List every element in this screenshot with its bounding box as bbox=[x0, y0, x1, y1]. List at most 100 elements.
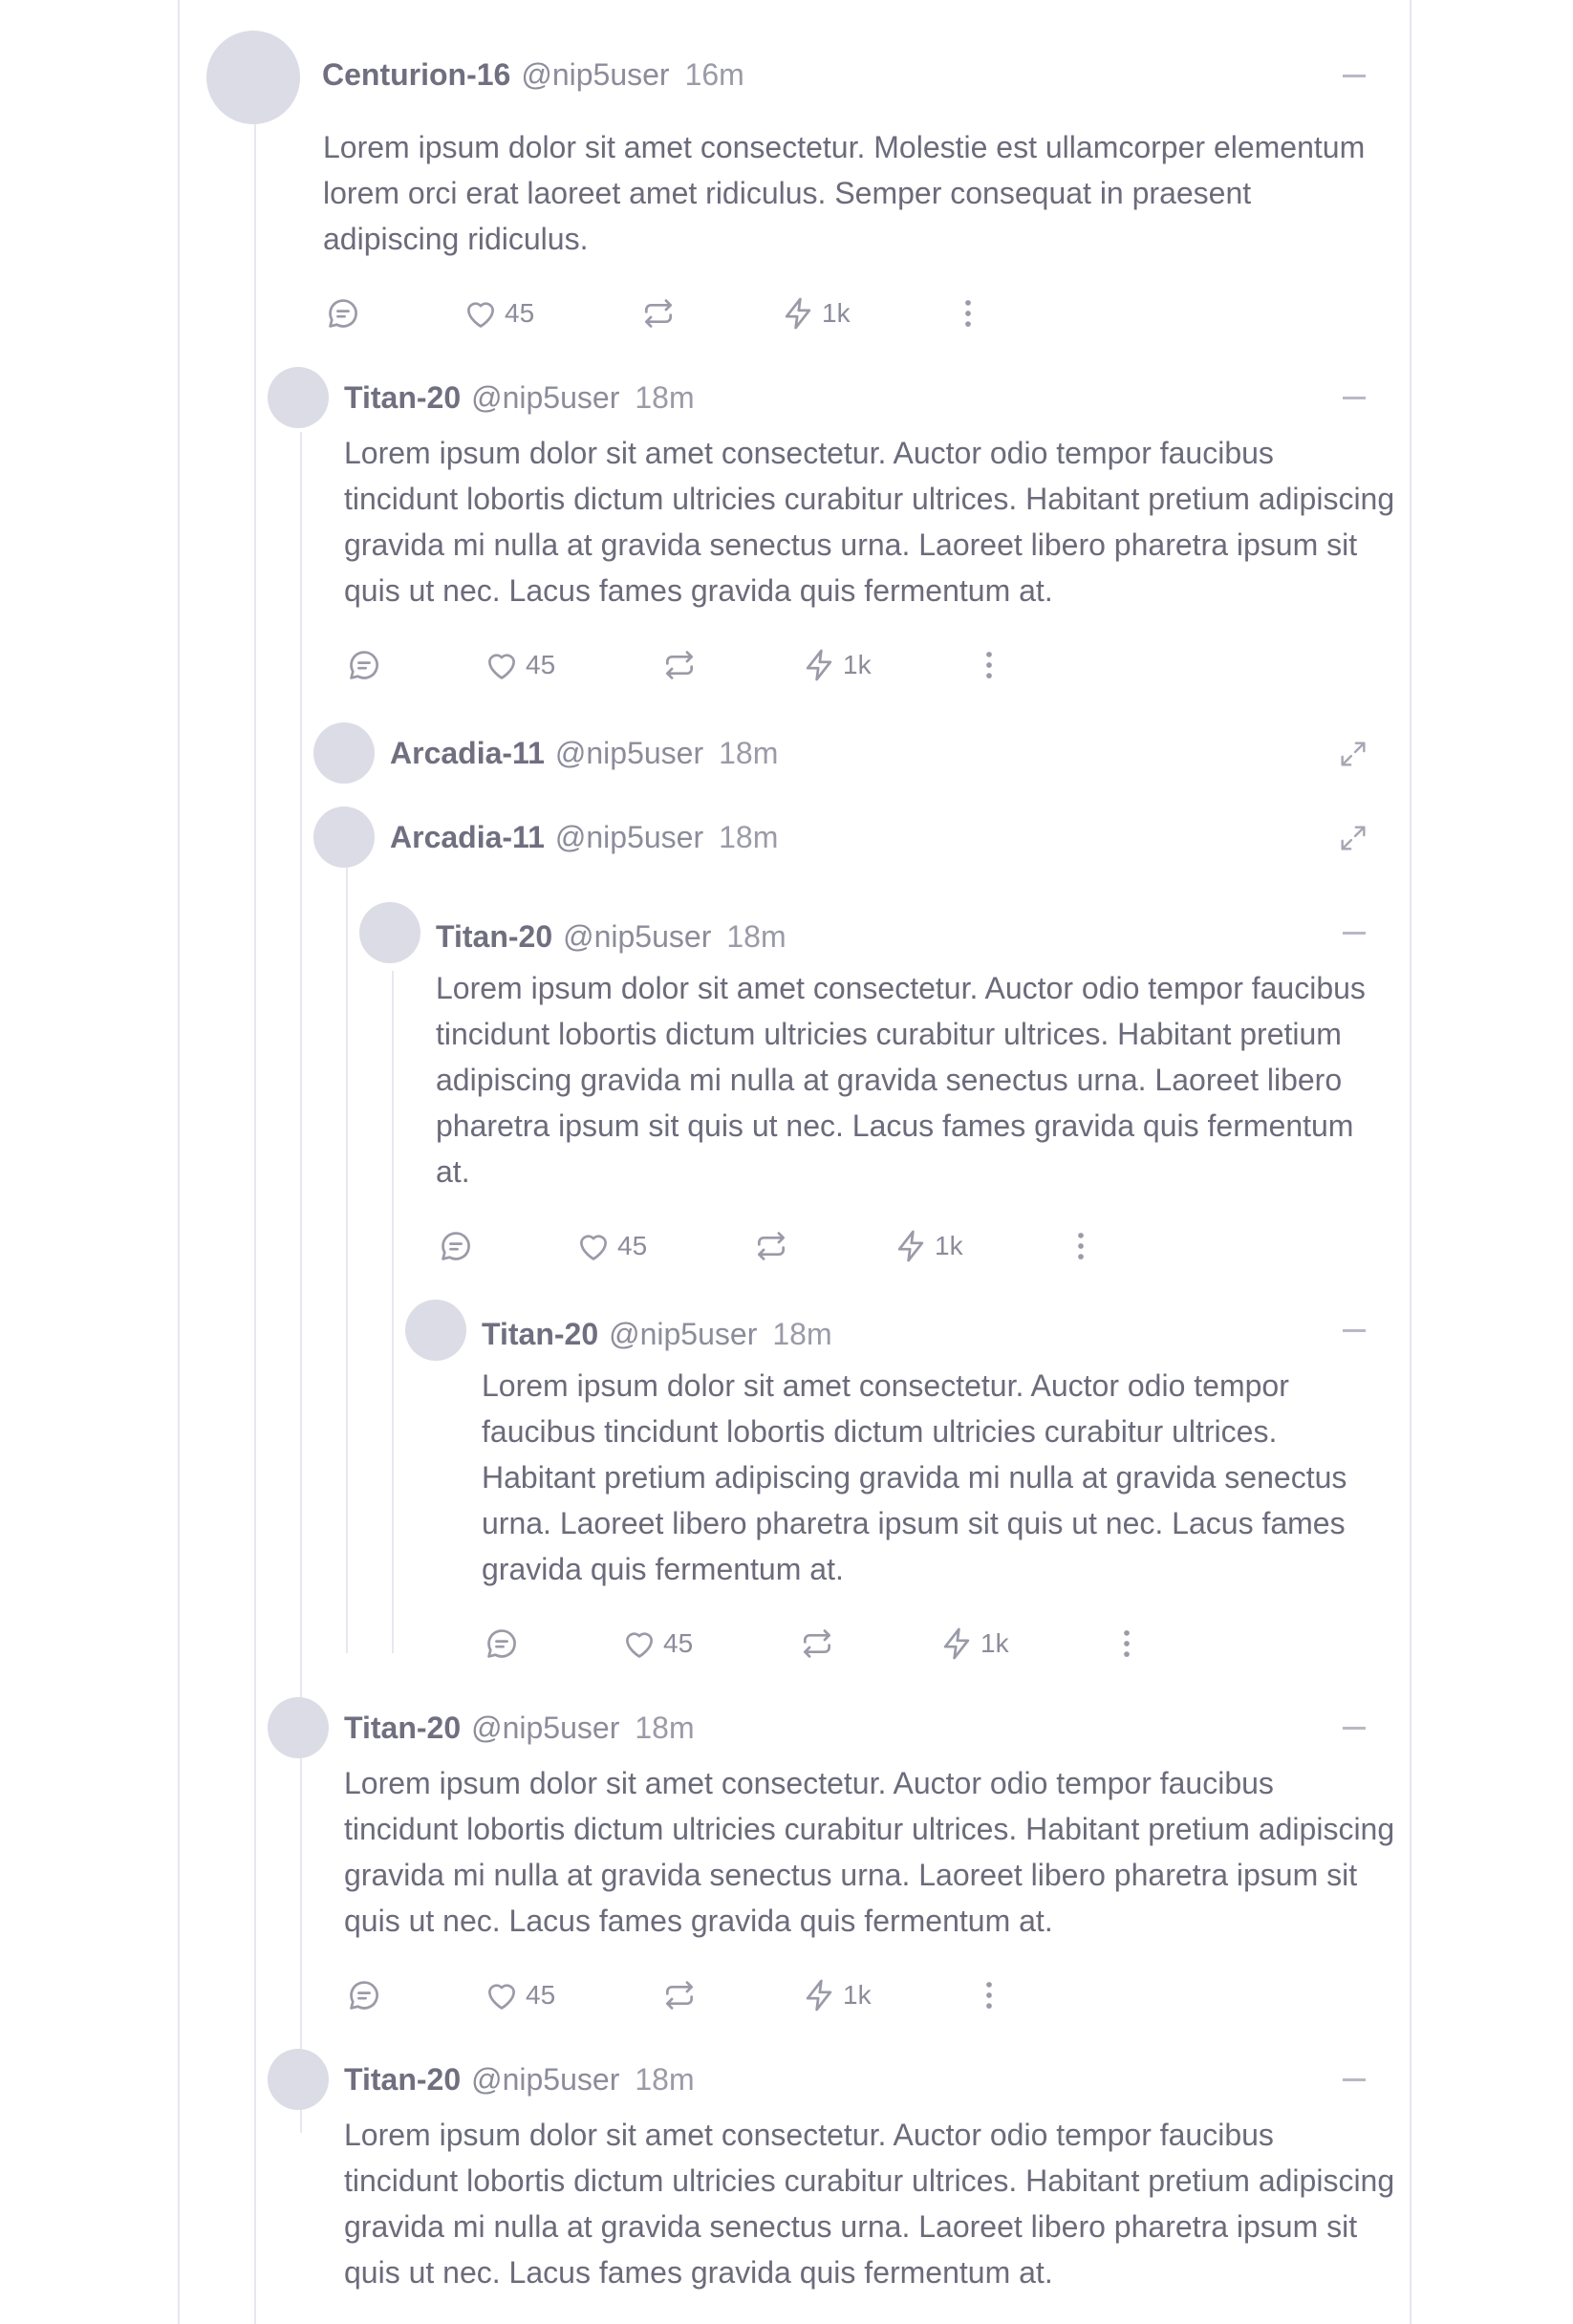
repost-button[interactable] bbox=[661, 646, 698, 684]
avatar[interactable] bbox=[313, 807, 375, 868]
avatar[interactable] bbox=[268, 1697, 329, 1758]
zap-count: 1k bbox=[935, 1231, 963, 1260]
avatar[interactable] bbox=[268, 367, 329, 428]
reply-button[interactable] bbox=[325, 294, 361, 333]
frame-border-right bbox=[1410, 0, 1411, 2324]
reply-button[interactable] bbox=[346, 646, 382, 684]
author-name[interactable]: Arcadia-11 bbox=[390, 734, 545, 772]
collapse-icon[interactable] bbox=[1343, 932, 1366, 935]
comment-body: Lorem ipsum dolor sit amet consectetur. … bbox=[344, 436, 1395, 608]
avatar[interactable] bbox=[313, 722, 375, 784]
collapse-icon[interactable] bbox=[1343, 1329, 1366, 1332]
collapse-icon[interactable] bbox=[1343, 75, 1366, 77]
timestamp: 18m bbox=[635, 1711, 695, 1745]
comment-header: Titan-20 @nip5user 18m bbox=[344, 378, 695, 417]
heart-icon bbox=[575, 1228, 612, 1264]
heart-icon bbox=[484, 647, 520, 683]
timestamp: 18m bbox=[719, 736, 779, 770]
more-button[interactable] bbox=[1109, 1625, 1145, 1663]
thread-line bbox=[346, 868, 348, 1653]
like-button[interactable]: 45 bbox=[484, 646, 555, 684]
collapse-icon[interactable] bbox=[1343, 397, 1366, 399]
zap-icon bbox=[801, 647, 837, 683]
reply-button[interactable] bbox=[346, 1976, 382, 2014]
comment-header: Titan-20 @nip5user 18m bbox=[344, 1709, 695, 1747]
expand-icon[interactable] bbox=[1337, 738, 1369, 770]
timestamp: 18m bbox=[635, 2062, 695, 2097]
author-handle[interactable]: @nip5user bbox=[609, 1315, 757, 1353]
author-name[interactable]: Centurion-16 bbox=[322, 55, 510, 94]
comment-header: Titan-20 @nip5user 18m bbox=[482, 1315, 832, 1353]
comment-body: Lorem ipsum dolor sit amet consectetur. … bbox=[482, 1368, 1347, 1586]
repost-button[interactable] bbox=[799, 1625, 835, 1663]
more-button[interactable] bbox=[1063, 1227, 1099, 1265]
timestamp: 16m bbox=[684, 57, 744, 92]
expand-icon[interactable] bbox=[1337, 822, 1369, 854]
author-handle[interactable]: @nip5user bbox=[563, 917, 711, 956]
action-bar: 45 1k bbox=[346, 1976, 1015, 2014]
more-vertical-icon bbox=[971, 647, 1007, 683]
zap-count: 1k bbox=[980, 1628, 1009, 1658]
more-button[interactable] bbox=[971, 646, 1007, 684]
zap-count: 1k bbox=[843, 1980, 872, 2010]
more-vertical-icon bbox=[1109, 1625, 1145, 1662]
author-name[interactable]: Titan-20 bbox=[344, 2060, 461, 2098]
heart-icon bbox=[484, 1977, 520, 2013]
like-count: 45 bbox=[505, 298, 535, 328]
zap-count: 1k bbox=[843, 650, 872, 679]
avatar[interactable] bbox=[405, 1300, 466, 1361]
reply-icon bbox=[438, 1228, 474, 1264]
zap-button[interactable]: 1k bbox=[801, 646, 872, 684]
repost-button[interactable] bbox=[753, 1227, 789, 1265]
avatar[interactable] bbox=[359, 902, 420, 963]
zap-icon bbox=[801, 1977, 837, 2013]
author-name[interactable]: Titan-20 bbox=[344, 1709, 461, 1747]
thread-line bbox=[300, 432, 302, 2133]
action-bar: 45 1k bbox=[484, 1625, 1153, 1663]
author-handle[interactable]: @nip5user bbox=[471, 378, 619, 417]
repost-button[interactable] bbox=[661, 1976, 698, 2014]
comment-body: Lorem ipsum dolor sit amet consectetur. … bbox=[344, 1766, 1395, 1938]
more-button[interactable] bbox=[950, 294, 986, 333]
author-name[interactable]: Titan-20 bbox=[482, 1315, 598, 1353]
zap-button[interactable]: 1k bbox=[893, 1227, 963, 1265]
timestamp: 18m bbox=[772, 1317, 832, 1351]
more-vertical-icon bbox=[1063, 1228, 1099, 1264]
author-handle[interactable]: @nip5user bbox=[521, 55, 669, 94]
comment-header: Titan-20 @nip5user 18m bbox=[344, 2060, 695, 2098]
collapse-icon[interactable] bbox=[1343, 2078, 1366, 2081]
action-bar: 45 1k bbox=[346, 646, 1015, 684]
author-handle[interactable]: @nip5user bbox=[471, 1709, 619, 1747]
frame-border-left bbox=[178, 0, 180, 2324]
like-button[interactable]: 45 bbox=[621, 1625, 693, 1663]
reply-icon bbox=[346, 647, 382, 683]
timestamp: 18m bbox=[635, 380, 695, 415]
timestamp: 18m bbox=[726, 919, 786, 954]
author-handle[interactable]: @nip5user bbox=[471, 2060, 619, 2098]
like-count: 45 bbox=[663, 1628, 694, 1658]
author-name[interactable]: Arcadia-11 bbox=[390, 818, 545, 856]
reply-button[interactable] bbox=[438, 1227, 474, 1265]
heart-icon bbox=[463, 295, 499, 332]
zap-icon bbox=[780, 295, 816, 332]
author-handle[interactable]: @nip5user bbox=[555, 734, 703, 772]
repost-button[interactable] bbox=[640, 294, 677, 333]
avatar[interactable] bbox=[268, 2049, 329, 2110]
more-button[interactable] bbox=[971, 1976, 1007, 2014]
avatar[interactable] bbox=[206, 31, 300, 124]
author-name[interactable]: Titan-20 bbox=[344, 378, 461, 417]
action-bar: 45 1k bbox=[325, 294, 994, 333]
zap-button[interactable]: 1k bbox=[938, 1625, 1009, 1663]
like-button[interactable]: 45 bbox=[484, 1976, 555, 2014]
zap-button[interactable]: 1k bbox=[801, 1976, 872, 2014]
like-button[interactable]: 45 bbox=[463, 294, 534, 333]
author-handle[interactable]: @nip5user bbox=[555, 818, 703, 856]
collapse-icon[interactable] bbox=[1343, 1727, 1366, 1730]
timestamp: 18m bbox=[719, 820, 779, 854]
zap-button[interactable]: 1k bbox=[780, 294, 851, 333]
author-name[interactable]: Titan-20 bbox=[436, 917, 552, 956]
like-button[interactable]: 45 bbox=[575, 1227, 647, 1265]
thread-line bbox=[254, 122, 256, 2324]
reply-button[interactable] bbox=[484, 1625, 520, 1663]
comment-body: Lorem ipsum dolor sit amet consectetur. … bbox=[323, 130, 1366, 256]
